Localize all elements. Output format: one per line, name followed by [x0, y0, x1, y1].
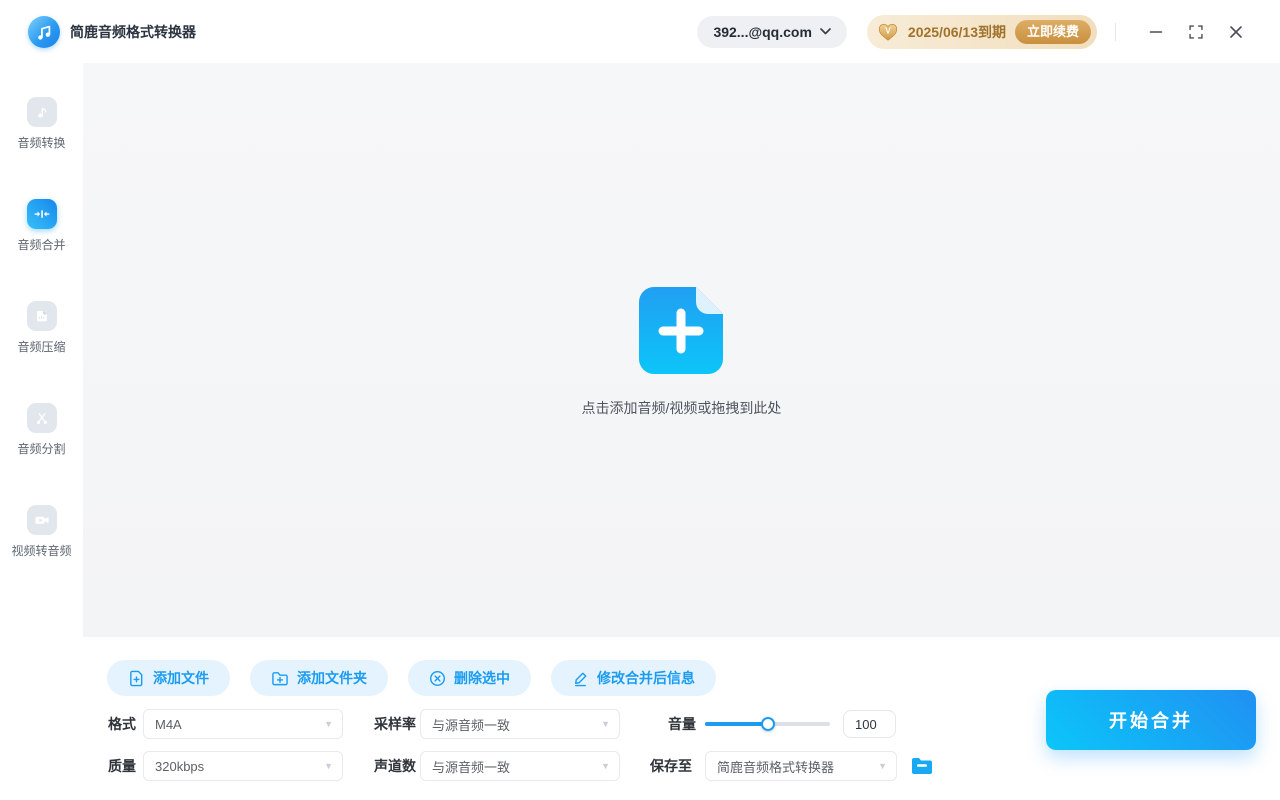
save-to-select[interactable]: 简鹿音频格式转换器 ▼ [705, 751, 897, 781]
circle-x-icon [429, 670, 446, 686]
pencil-icon [574, 672, 587, 686]
quality-label: 质量 [108, 758, 136, 774]
save-to-value: 简鹿音频格式转换器 [717, 759, 835, 775]
slider-handle[interactable] [760, 717, 775, 731]
file-plus-icon[interactable] [639, 287, 723, 379]
minimize-icon [1149, 30, 1163, 33]
add-folder-label: 添加文件夹 [297, 670, 367, 686]
maximize-button[interactable] [1182, 18, 1210, 46]
volume-slider[interactable] [705, 709, 830, 739]
sidebar-item-label: 音频合并 [17, 238, 66, 252]
dropzone-hint: 点击添加音频/视频或拖拽到此处 [581, 400, 782, 416]
slider-fill [705, 722, 768, 726]
title-bar: 简鹿音频格式转换器 392...@qq.com V 2025/06/13到期 立… [0, 0, 1280, 63]
save-to-label: 保存至 [650, 758, 692, 774]
sidebar-item-label: 音频转换 [17, 136, 66, 150]
add-folder-button[interactable]: 添加文件夹 [250, 660, 388, 696]
dropdown-arrow-icon: ▼ [601, 719, 610, 729]
modify-info-button[interactable]: 修改合并后信息 [551, 660, 716, 696]
start-merge-button[interactable]: 开始合并 [1046, 690, 1256, 750]
sample-rate-select[interactable]: 与源音频一致 ▼ [420, 709, 620, 739]
add-file-label: 添加文件 [153, 670, 209, 686]
video-icon [26, 505, 57, 535]
minimize-button[interactable] [1142, 18, 1170, 46]
svg-text:V: V [885, 26, 891, 35]
renew-button[interactable]: 立即续费 [1014, 19, 1091, 44]
music-note-icon [26, 97, 57, 127]
vip-badge[interactable]: V 2025/06/13到期 立即续费 [866, 14, 1097, 49]
channels-select[interactable]: 与源音频一致 ▼ [420, 751, 620, 781]
window-controls-divider [1115, 22, 1116, 41]
sidebar-item-label: 视频转音频 [11, 544, 72, 558]
format-label: 格式 [108, 716, 136, 732]
app-window: 简鹿音频格式转换器 392...@qq.com V 2025/06/13到期 立… [0, 0, 1280, 800]
dropdown-arrow-icon: ▼ [878, 761, 887, 771]
merge-icon [26, 199, 57, 229]
sidebar-item-label: 音频压缩 [17, 340, 66, 354]
vip-heart-icon: V [878, 23, 897, 41]
quality-select[interactable]: 320kbps ▼ [143, 751, 343, 781]
dropdown-arrow-icon: ▼ [601, 761, 610, 771]
folder-icon [912, 758, 932, 774]
sample-rate-value: 与源音频一致 [432, 717, 511, 733]
sidebar-item-audio-compress[interactable]: 音频压缩 [0, 301, 83, 355]
file-plus-icon [130, 670, 143, 686]
sidebar: 音频转换 音频合并 音频压缩 音频分割 视频转音频 [0, 63, 83, 800]
account-email: 392...@qq.com [713, 23, 812, 40]
close-button[interactable] [1222, 18, 1250, 46]
sidebar-item-audio-convert[interactable]: 音频转换 [0, 97, 83, 151]
close-icon [1230, 25, 1242, 38]
sidebar-item-video-to-audio[interactable]: 视频转音频 [0, 505, 83, 559]
delete-selected-button[interactable]: 删除选中 [408, 660, 531, 696]
delete-selected-label: 删除选中 [454, 670, 510, 686]
toolbar: 添加文件 添加文件夹 删除选中 修改合并后信息 [107, 660, 716, 696]
volume-input[interactable] [843, 710, 896, 738]
app-logo-icon [28, 15, 60, 48]
sidebar-item-label: 音频分割 [17, 442, 66, 456]
chevron-down-icon [820, 28, 831, 35]
app-title: 简鹿音频格式转换器 [70, 23, 196, 40]
expiry-date: 2025/06/13到期 [907, 23, 1006, 40]
format-select[interactable]: M4A ▼ [143, 709, 343, 739]
modify-info-label: 修改合并后信息 [597, 670, 695, 686]
channels-label: 声道数 [374, 758, 416, 774]
dropdown-arrow-icon: ▼ [324, 761, 333, 771]
split-icon [26, 403, 57, 433]
add-file-button[interactable]: 添加文件 [107, 660, 230, 696]
maximize-icon [1189, 24, 1203, 39]
sidebar-item-audio-split[interactable]: 音频分割 [0, 403, 83, 457]
format-value: M4A [155, 716, 182, 732]
sample-rate-label: 采样率 [374, 716, 416, 732]
quality-value: 320kbps [155, 758, 205, 774]
folder-plus-icon [272, 671, 288, 685]
account-dropdown[interactable]: 392...@qq.com [697, 15, 847, 48]
open-folder-button[interactable] [909, 753, 935, 779]
sidebar-item-audio-merge[interactable]: 音频合并 [0, 199, 83, 253]
compress-icon [26, 301, 57, 331]
volume-label: 音量 [668, 716, 696, 732]
channels-value: 与源音频一致 [432, 759, 511, 775]
dropdown-arrow-icon: ▼ [324, 719, 333, 729]
